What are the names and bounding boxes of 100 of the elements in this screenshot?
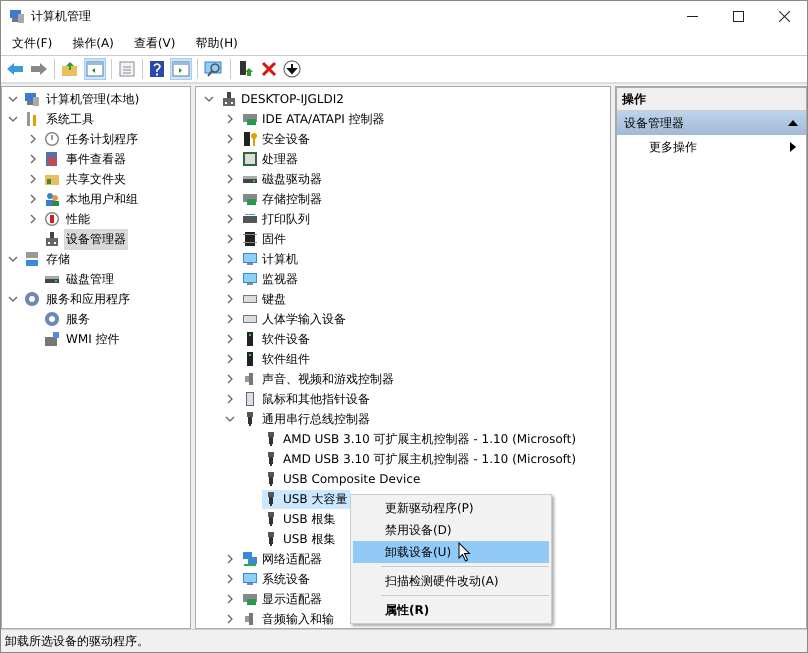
device-item[interactable]: 软件组件 [241,350,313,368]
folder-up-icon[interactable] [61,61,79,77]
tree-item[interactable]: 任务计划程序 [64,128,140,150]
device-item[interactable]: 通用串行总线控制器 [241,410,373,428]
device-item[interactable]: USB Composite Device [262,470,424,488]
expand-chevron-icon[interactable] [28,194,38,204]
tree-item[interactable]: 服务 [64,308,92,330]
device-item[interactable]: USB 根集 [262,510,338,528]
tree-item[interactable]: 存储 [44,248,72,270]
expand-chevron-icon[interactable] [225,154,235,164]
menu-item[interactable]: 查看(V) [126,34,182,52]
device-item[interactable]: 安全设备 [241,130,313,148]
monitor-icon [242,251,258,267]
expand-chevron-icon[interactable] [225,374,235,384]
expand-chevron-icon[interactable] [225,214,235,224]
device-item[interactable]: 软件设备 [241,330,313,348]
action-link[interactable]: 更多操作 [649,138,697,156]
tree-item[interactable]: 本地用户和组 [64,188,140,210]
update-driver-icon[interactable] [237,60,255,78]
tree-item[interactable]: WMI 控件 [64,328,122,350]
device-item[interactable]: 网络适配器 [241,550,325,568]
menu-item[interactable]: 帮助(H) [188,34,245,52]
uninstall-x-icon[interactable] [261,61,277,77]
device-item[interactable]: AMD USB 3.10 可扩展主机控制器 - 1.10 (Microsoft) [262,450,580,468]
expand-chevron-icon[interactable] [225,394,235,404]
device-item[interactable]: 处理器 [241,150,301,168]
device-item[interactable]: USB 大容量 [262,490,350,508]
tree-item[interactable]: 计算机管理(本地) [44,88,142,110]
gear-icon [24,291,40,307]
device-item[interactable]: 打印队列 [241,210,313,228]
scan-monitor-icon[interactable] [204,60,224,78]
expand-chevron-icon[interactable] [225,554,235,564]
expand-chevron-icon[interactable] [8,294,18,304]
menu-item[interactable]: 扫描检测硬件改动(A) [353,570,549,592]
device-item[interactable]: AMD USB 3.10 可扩展主机控制器 - 1.10 (Microsoft) [262,430,580,448]
device-item[interactable]: USB 根集 [262,530,338,548]
expand-chevron-icon[interactable] [225,574,235,584]
expand-chevron-icon[interactable] [225,234,235,244]
device-item[interactable]: 系统设备 [241,570,313,588]
device-item[interactable]: 监视器 [241,270,301,288]
device-item[interactable]: 人体学输入设备 [241,310,349,328]
pane-toggle-icon[interactable] [85,59,105,79]
expand-chevron-icon[interactable] [204,94,214,104]
action-pane-toggle-icon[interactable] [171,59,191,79]
device-item[interactable]: 固件 [241,230,289,248]
collapse-triangle-icon[interactable] [788,120,798,126]
expand-chevron-icon[interactable] [28,134,38,144]
users-icon [44,191,60,207]
back-arrow-icon[interactable] [6,61,24,77]
maximize-icon [732,10,744,22]
expand-chevron-icon[interactable] [225,594,235,604]
expand-chevron-icon[interactable] [28,154,38,164]
expand-chevron-icon[interactable] [28,214,38,224]
expand-chevron-icon[interactable] [225,114,235,124]
tree-item[interactable]: 共享文件夹 [64,168,128,190]
tree-item[interactable]: 服务和应用程序 [44,288,132,310]
device-item[interactable]: 音频输入和输 [241,610,337,628]
device-item[interactable]: 声音、视频和游戏控制器 [241,370,397,388]
expand-chevron-icon[interactable] [8,254,18,264]
expand-chevron-icon[interactable] [225,314,235,324]
download-circle-icon[interactable] [283,60,301,78]
expand-chevron-icon[interactable] [8,114,18,124]
expand-chevron-icon[interactable] [225,614,235,624]
device-item[interactable]: 键盘 [241,290,289,308]
device-item[interactable]: 显示适配器 [241,590,325,608]
menu-item[interactable]: 属性(R) [353,599,549,621]
menu-item[interactable]: 文件(F) [5,34,60,52]
device-item[interactable]: 存储控制器 [241,190,325,208]
device-item[interactable]: DESKTOP-IJGLDI2 [220,90,347,108]
menu-item[interactable]: 卸载设备(U) [353,541,549,563]
actions-section[interactable]: 设备管理器 [617,111,806,135]
gear-icon [44,311,60,327]
expand-chevron-icon[interactable] [225,254,235,264]
tree-item[interactable]: 系统工具 [44,108,96,130]
menu-item[interactable]: 操作(A) [65,34,121,52]
device-item[interactable]: 计算机 [241,250,301,268]
tree-item[interactable]: 事件查看器 [64,148,128,170]
expand-chevron-icon[interactable] [225,274,235,284]
device-item[interactable]: 鼠标和其他指针设备 [241,390,373,408]
expand-chevron-icon[interactable] [225,174,235,184]
expand-chevron-icon[interactable] [225,414,235,424]
device-item[interactable]: 磁盘驱动器 [241,170,325,188]
expand-chevron-icon[interactable] [225,134,235,144]
card-icon [242,111,258,127]
expand-chevron-icon[interactable] [28,174,38,184]
expand-chevron-icon[interactable] [225,194,235,204]
expand-chevron-icon[interactable] [225,334,235,344]
forward-arrow-icon[interactable] [30,61,48,77]
menu-item[interactable]: 禁用设备(D) [353,519,549,541]
tree-item[interactable]: 磁盘管理 [64,268,116,290]
properties-sheet-icon[interactable] [118,60,136,78]
expand-chevron-icon[interactable] [8,94,18,104]
tree-item[interactable]: 性能 [64,208,92,230]
expand-chevron-icon[interactable] [225,294,235,304]
help-icon[interactable] [149,60,165,78]
expand-chevron-icon[interactable] [225,354,235,364]
menu-item[interactable]: 更新驱动程序(P) [353,497,549,519]
tree-item[interactable]: 设备管理器 [64,228,128,250]
device-item[interactable]: IDE ATA/ATAPI 控制器 [241,110,388,128]
computer-management-icon [9,8,25,24]
